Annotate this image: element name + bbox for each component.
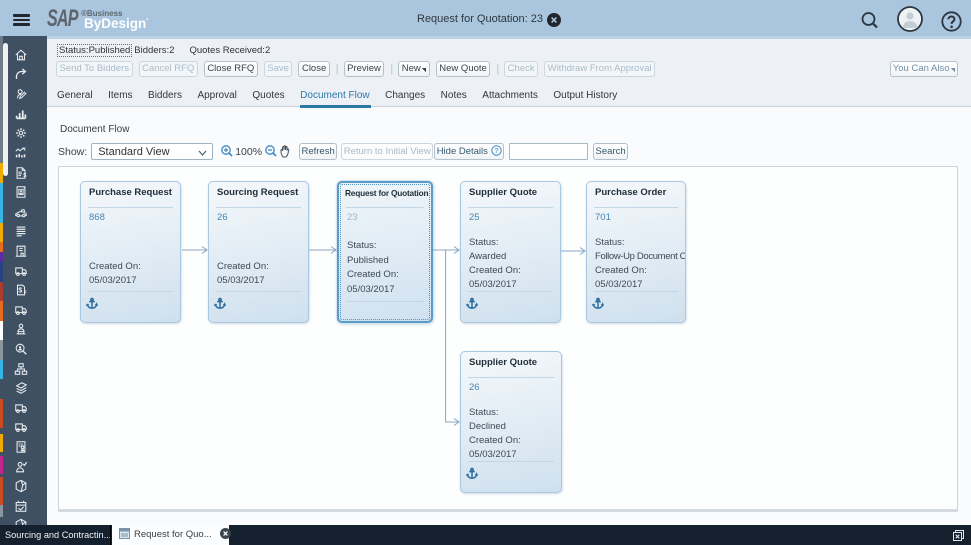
svg-text:$: $ (23, 173, 27, 179)
svg-text:$: $ (18, 288, 22, 295)
svg-text:$: $ (23, 186, 26, 191)
svg-text:?: ? (494, 146, 498, 155)
